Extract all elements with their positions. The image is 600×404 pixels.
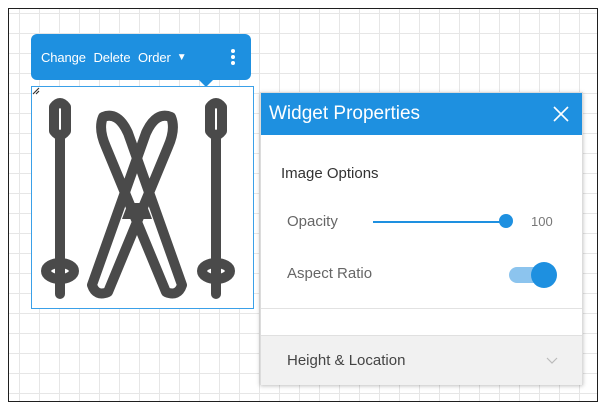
opacity-label: Opacity bbox=[287, 213, 338, 230]
kebab-menu-icon[interactable] bbox=[227, 49, 239, 65]
close-icon[interactable] bbox=[552, 105, 570, 123]
height-location-accordion[interactable]: Height & Location bbox=[261, 335, 582, 385]
ski-and-poles-icon bbox=[41, 98, 235, 299]
widget-properties-panel: Widget Properties Image Options Opacity … bbox=[260, 92, 583, 385]
caret-down-icon[interactable]: ▼ bbox=[177, 52, 187, 63]
panel-header: Widget Properties bbox=[261, 93, 582, 135]
widget-toolbar: Change Delete Order ▼ bbox=[31, 34, 251, 87]
opacity-slider-thumb[interactable] bbox=[499, 214, 513, 228]
opacity-slider-track[interactable] bbox=[373, 221, 507, 223]
change-button[interactable]: Change bbox=[41, 50, 86, 65]
editor-canvas[interactable]: Change Delete Order ▼ Widget Properties … bbox=[8, 8, 598, 402]
aspect-ratio-label: Aspect Ratio bbox=[287, 265, 373, 282]
delete-button[interactable]: Delete bbox=[93, 50, 130, 65]
section-title-image-options: Image Options bbox=[281, 165, 379, 182]
aspect-ratio-toggle-thumb[interactable] bbox=[531, 262, 557, 288]
image-widget[interactable] bbox=[31, 86, 254, 309]
order-button[interactable]: Order bbox=[138, 50, 171, 65]
panel-title: Widget Properties bbox=[269, 103, 421, 124]
accordion-label: Height & Location bbox=[287, 352, 406, 369]
resize-handle-icon[interactable] bbox=[32, 87, 40, 95]
toolbar-actions: Change Delete Order bbox=[41, 50, 171, 65]
chevron-down-icon[interactable] bbox=[546, 357, 558, 365]
divider bbox=[261, 308, 582, 309]
opacity-value: 100 bbox=[531, 214, 553, 229]
